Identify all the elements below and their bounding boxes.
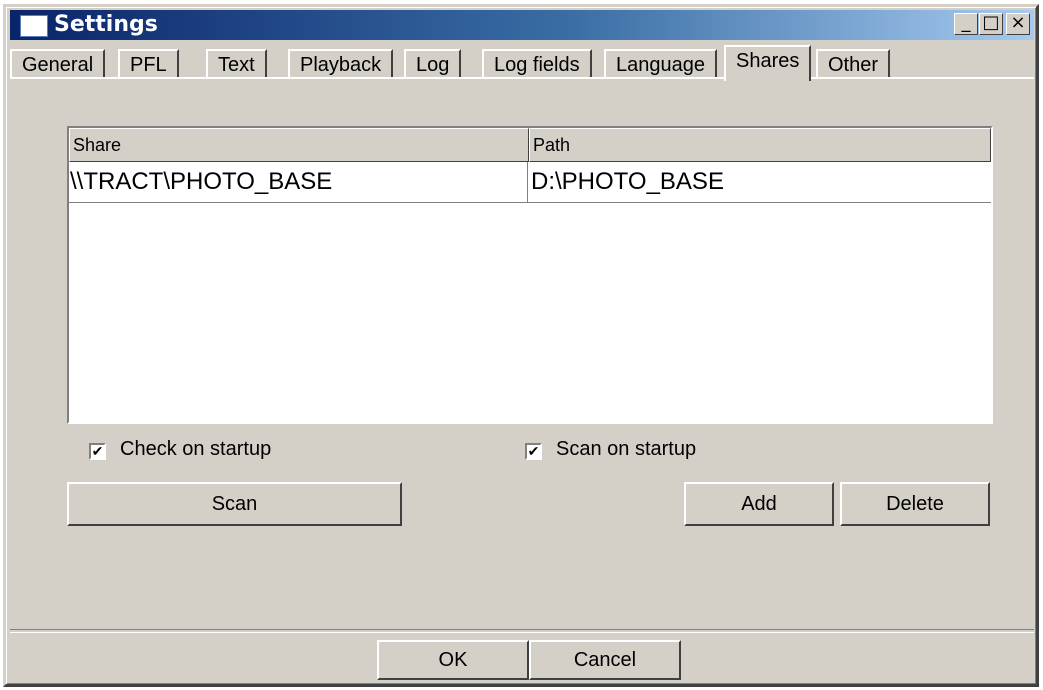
cancel-button[interactable]: Cancel [529,640,681,680]
add-button[interactable]: Add [684,482,834,526]
window-icon [20,15,48,37]
path-cell[interactable]: D:\PHOTO_BASE [530,164,724,200]
footer-divider [10,629,1034,633]
title-bar[interactable]: Settings _ □ × [10,10,1034,40]
column-header-path[interactable]: Path [529,128,991,162]
scan-on-startup-checkbox[interactable]: ✔ [525,443,542,460]
tab-bar: General PFL Text Playback Log Log fields… [10,45,1034,81]
settings-window: Settings _ □ × General PFL Text Playback… [3,4,1039,687]
tab-log-fields[interactable]: Log fields [482,49,592,79]
tab-pfl[interactable]: PFL [118,49,179,79]
tab-shares[interactable]: Shares [724,45,812,81]
tab-other[interactable]: Other [816,49,891,79]
tab-language[interactable]: Language [604,49,717,79]
column-header-share[interactable]: Share [69,128,529,162]
tab-log[interactable]: Log [404,49,462,79]
shares-list[interactable]: Share Path \\TRACT\PHOTO_BASE D:\PHOTO_B… [67,126,993,424]
ok-button[interactable]: OK [377,640,529,680]
row-divider [69,202,991,203]
tab-text[interactable]: Text [206,49,267,79]
check-on-startup-checkbox[interactable]: ✔ [89,443,106,460]
share-cell[interactable]: \\TRACT\PHOTO_BASE [69,164,332,200]
close-button[interactable]: × [1006,13,1030,35]
window-title: Settings [54,12,158,37]
maximize-button[interactable]: □ [979,13,1003,35]
check-on-startup-label: Check on startup [120,438,272,460]
column-divider [527,162,528,202]
scan-button[interactable]: Scan [67,482,402,526]
shares-panel: Share Path \\TRACT\PHOTO_BASE D:\PHOTO_B… [10,77,1034,624]
tab-general[interactable]: General [10,49,106,79]
scan-on-startup-label: Scan on startup [556,438,697,460]
tab-playback[interactable]: Playback [288,49,394,79]
delete-button[interactable]: Delete [840,482,990,526]
minimize-button[interactable]: _ [954,13,978,35]
